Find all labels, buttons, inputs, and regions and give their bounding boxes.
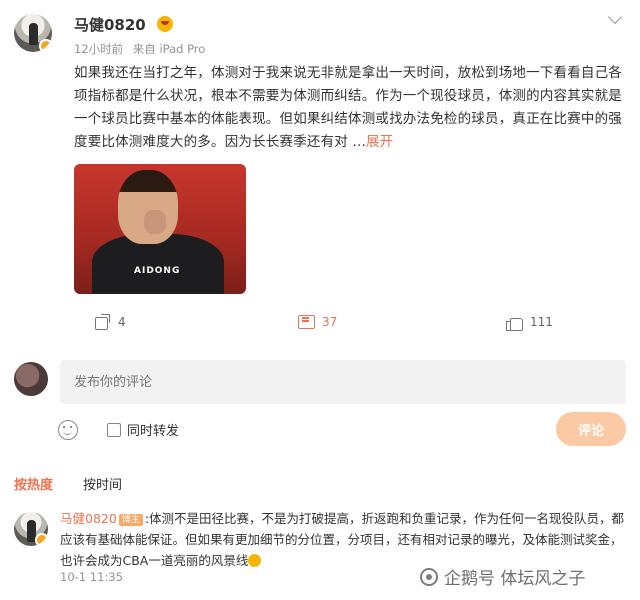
sort-tabs: 按热度 按时间	[14, 474, 122, 493]
thumbs-up-icon	[506, 314, 523, 331]
share-icon	[94, 314, 110, 330]
image-hand	[144, 210, 166, 234]
post-meta: 12小时前 来自 iPad Pro	[74, 41, 211, 57]
comment-icon	[298, 314, 315, 330]
post-body: 如果我还在当打之年，体测对于我来说无非就是拿出一天时间，放松到场地一下看看自己各…	[74, 65, 622, 150]
author-avatar[interactable]	[14, 14, 52, 52]
comment-text: 马健0820 博主:体测不是田径比赛，不是为打破提高，折返跑和负重记录，作为任何一…	[60, 508, 628, 571]
comment-time: 10-1 11:35	[60, 570, 123, 584]
comment-composer	[14, 360, 626, 406]
current-user-avatar[interactable]	[14, 362, 48, 396]
verified-badge-icon	[39, 39, 52, 52]
post-image[interactable]: AIDONG	[74, 164, 246, 294]
member-emoji-icon	[157, 16, 173, 32]
like-count: 111	[530, 315, 553, 329]
comment-author-avatar[interactable]	[14, 512, 48, 546]
post-time: 12小时前	[74, 42, 124, 56]
repost-label: 同时转发	[127, 424, 180, 439]
watermark-text: 企鹅号 体坛风之子	[444, 569, 586, 589]
watermark: 企鹅号 体坛风之子	[420, 564, 585, 589]
comment-author-name[interactable]: 马健0820	[60, 511, 117, 526]
comment-count: 37	[322, 315, 338, 329]
repost-checkbox[interactable]: 同时转发	[107, 420, 179, 439]
share-count: 4	[118, 315, 126, 329]
tab-sort-time[interactable]: 按时间	[83, 474, 122, 493]
share-button[interactable]: 4	[94, 312, 126, 332]
avatar-figure	[29, 23, 38, 45]
post-source: 来自 iPad Pro	[132, 42, 206, 56]
author-name[interactable]: 马健0820	[74, 14, 146, 35]
comment-avatar-wrap[interactable]	[14, 512, 48, 546]
emoji-icon[interactable]	[58, 420, 78, 440]
checkbox-box[interactable]	[107, 422, 121, 437]
author-tag-badge: 博主	[118, 514, 143, 526]
comment-input[interactable]	[60, 360, 626, 404]
comment-button[interactable]: 37	[298, 312, 337, 332]
chevron-down-icon[interactable]	[607, 9, 623, 25]
submit-comment-button[interactable]: 评论	[556, 412, 626, 446]
post-text: 如果我还在当打之年，体测对于我来说无非就是拿出一天时间，放松到场地一下看看自己各…	[74, 62, 630, 154]
tab-sort-hot[interactable]: 按热度	[14, 474, 53, 493]
smile-emoji-icon	[248, 554, 262, 567]
comment-body: :体测不是田径比赛，不是为打破提高，折返跑和负重记录，作为任何一名现役队员，都应…	[60, 511, 625, 568]
penguin-logo-icon	[420, 567, 438, 586]
like-button[interactable]: 111	[506, 312, 553, 332]
post-header: 马健0820 12小时前 来自 iPad Pro	[14, 8, 626, 60]
image-jersey-text: AIDONG	[134, 266, 181, 276]
verified-badge-icon	[35, 533, 48, 546]
expand-link[interactable]: 展开	[366, 134, 393, 150]
